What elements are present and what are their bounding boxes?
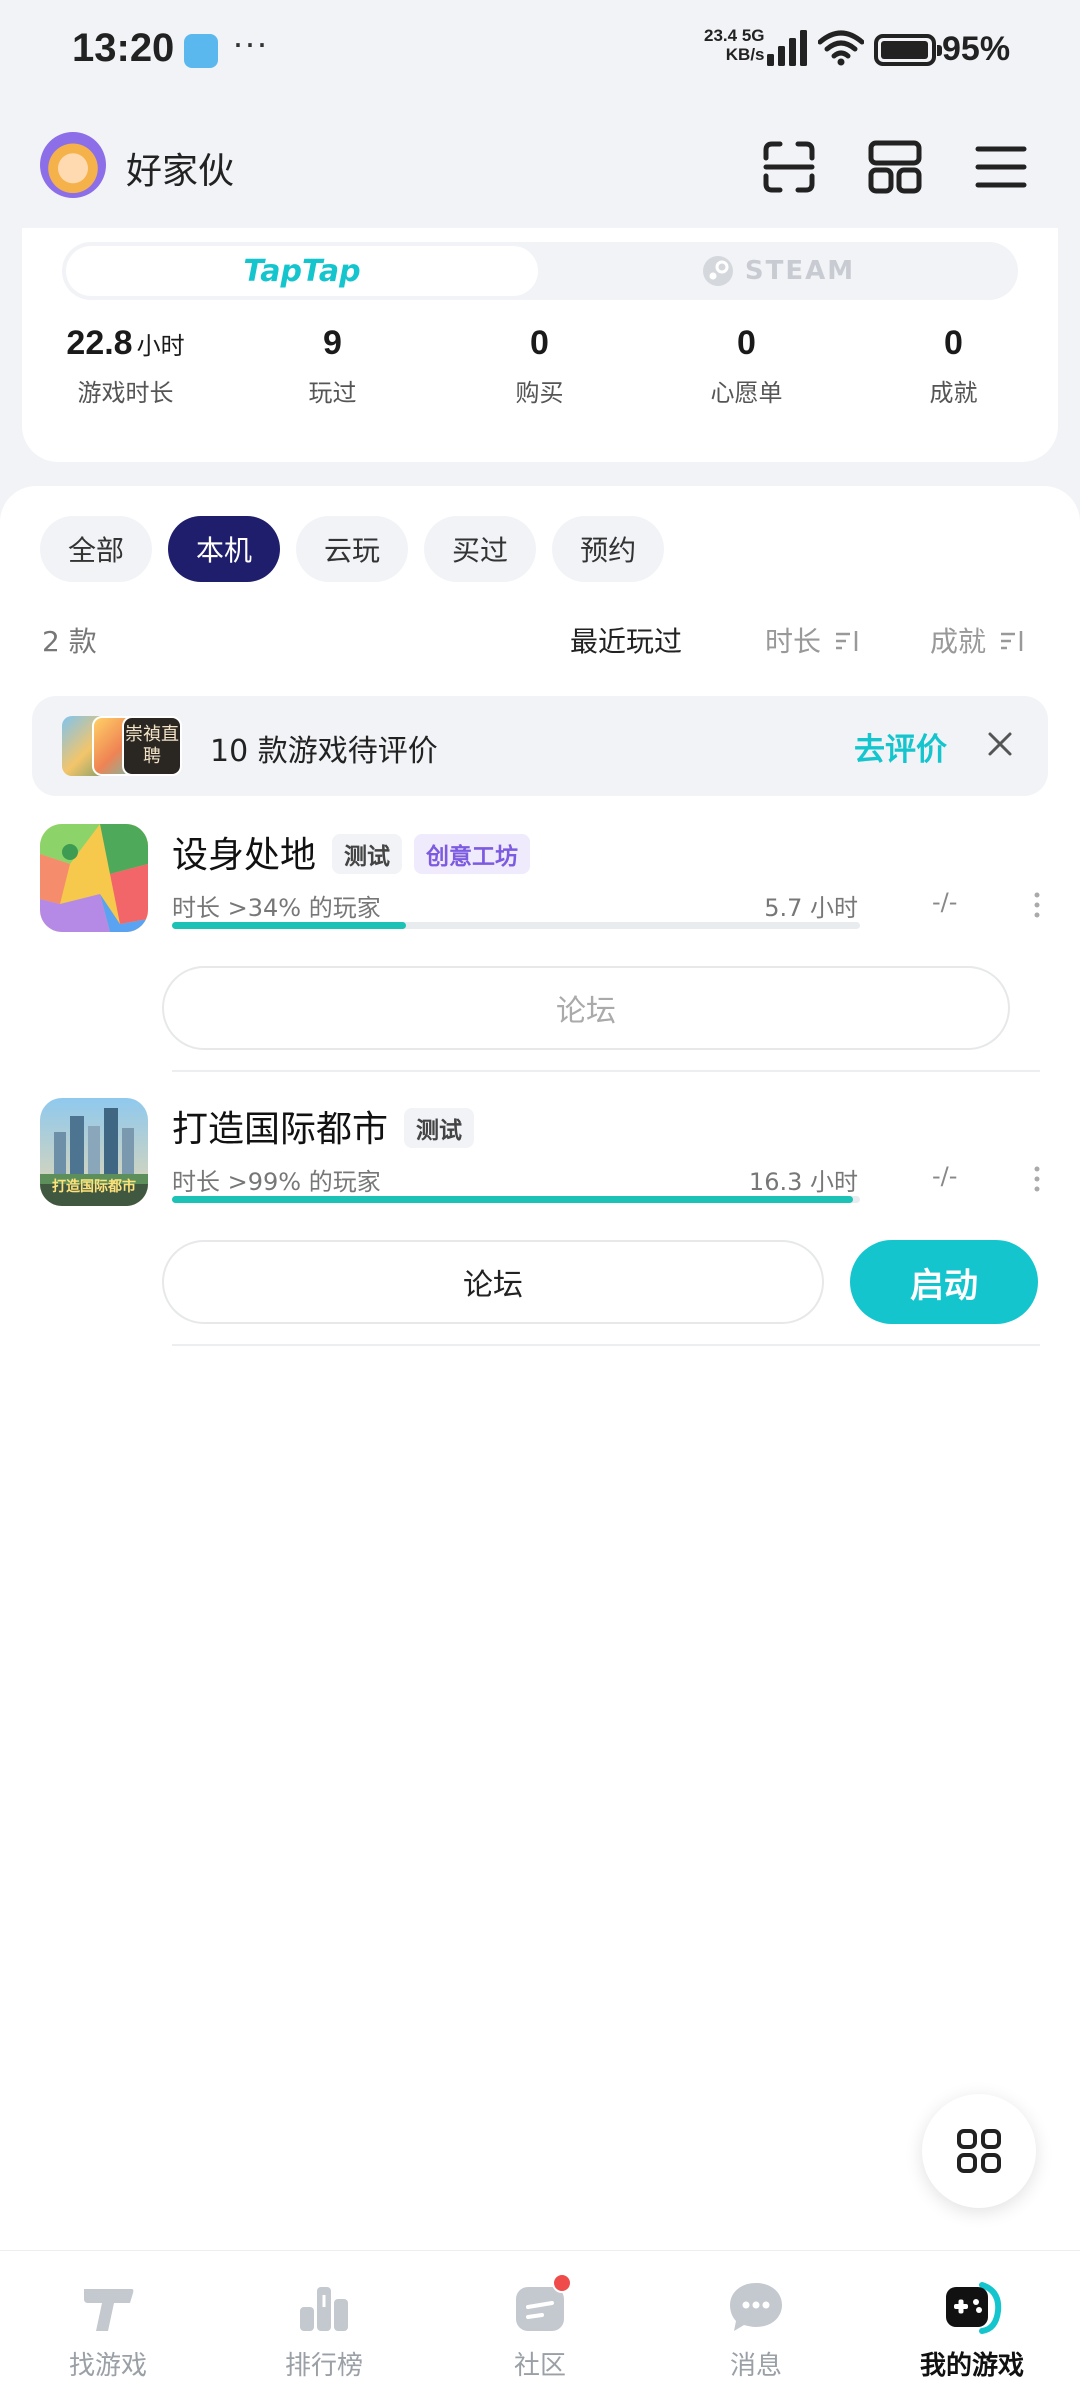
floating-grid-button[interactable] (922, 2094, 1036, 2208)
forum-button[interactable]: 论坛 (162, 966, 1010, 1050)
tag-test: 测试 (404, 1108, 474, 1148)
gamepad-icon (946, 2282, 1002, 2334)
tab-steam[interactable]: STEAM (542, 246, 1014, 296)
close-icon[interactable] (980, 724, 1020, 764)
status-time: 13:20 (72, 26, 175, 70)
network-speed: 23.4 5G KB/s (704, 26, 765, 64)
scan-icon[interactable] (760, 138, 818, 196)
games-panel: 全部 本机 云玩 买过 预约 2 款 最近玩过 时长 成就 崇禎直聘 10 款游… (0, 486, 1080, 2250)
tag-test: 测试 (332, 834, 402, 874)
ranking-icon (300, 2287, 348, 2331)
filter-cloud[interactable]: 云玩 (296, 516, 409, 582)
game-title[interactable]: 设身处地 (172, 826, 316, 878)
sort-icon (835, 631, 858, 651)
divider (172, 1070, 1040, 1072)
tab-taptap[interactable]: TapTap (66, 246, 538, 296)
game-thumbnail: 崇禎直聘 (122, 716, 182, 776)
stat-wishlist[interactable]: 0 心愿单 (643, 324, 850, 408)
playtime-hint: 时长 >99% 的玩家 (172, 1168, 381, 1196)
steam-icon (702, 256, 733, 286)
nav-my-games[interactable]: 我的游戏 (864, 2251, 1080, 2400)
top-header: 好家伙 (0, 120, 1080, 210)
filter-local[interactable]: 本机 (168, 516, 281, 582)
tag-workshop: 创意工坊 (414, 834, 530, 874)
sort-recent[interactable]: 最近玩过 (570, 620, 682, 660)
stat-playtime[interactable]: 22.8 小时 游戏时长 (22, 324, 229, 408)
filter-all[interactable]: 全部 (40, 516, 153, 582)
more-icon[interactable] (1030, 890, 1044, 920)
nav-find-games[interactable]: 找游戏 (0, 2251, 216, 2400)
grid-icon (957, 2129, 1001, 2173)
launch-button[interactable]: 启动 (850, 1240, 1038, 1324)
filter-bought[interactable]: 买过 (424, 516, 537, 582)
playtime-hint: 时长 >34% 的玩家 (172, 894, 381, 922)
filter-chips: 全部 本机 云玩 买过 预约 (40, 516, 665, 582)
game-count: 2 款 (42, 625, 97, 658)
menu-icon[interactable] (972, 138, 1030, 196)
bottom-nav: 找游戏 排行榜 社区 消息 我的游戏 (0, 2250, 1080, 2400)
divider (172, 1344, 1040, 1346)
game-title[interactable]: 打造国际都市 (172, 1100, 388, 1152)
status-bar: 13:20 ··· 23.4 5G KB/s 95% (0, 0, 1080, 100)
review-banner[interactable]: 崇禎直聘 10 款游戏待评价 去评价 (32, 696, 1048, 796)
signal-icon (767, 30, 807, 66)
stat-achievements[interactable]: 0 成就 (850, 324, 1057, 408)
game-icon[interactable]: 打造国际都市 (40, 1098, 148, 1206)
achievement-count: -/- (932, 1162, 958, 1190)
stat-played[interactable]: 9 玩过 (229, 324, 436, 408)
game-icon[interactable] (40, 824, 148, 932)
filter-reserved[interactable]: 预约 (552, 516, 665, 582)
message-icon (730, 2283, 782, 2331)
forum-button[interactable]: 论坛 (162, 1240, 824, 1324)
battery-icon (874, 34, 942, 66)
review-thumbnails: 崇禎直聘 (62, 716, 182, 776)
nav-community[interactable]: 社区 (432, 2251, 648, 2400)
wifi-icon (818, 30, 864, 66)
playtime-progress (172, 922, 860, 929)
sort-duration[interactable]: 时长 (765, 620, 860, 660)
more-icon[interactable] (1030, 1164, 1044, 1194)
sort-achievement[interactable]: 成就 (930, 620, 1025, 660)
game-icon-label: 打造国际都市 (52, 1179, 136, 1195)
taptap-icon (84, 2289, 134, 2331)
notification-app-icon (184, 34, 218, 68)
notification-badge (552, 2273, 572, 2293)
stat-purchased[interactable]: 0 购买 (436, 324, 643, 408)
platform-switch: TapTap STEAM (62, 242, 1018, 300)
review-button[interactable]: 去评价 (854, 724, 947, 769)
steam-label: STEAM (744, 256, 856, 286)
avatar[interactable] (40, 132, 106, 198)
stats-card: TapTap STEAM 22.8 小时 游戏时长 9 玩过 0 购买 0 心愿单 (22, 228, 1058, 462)
achievement-count: -/- (932, 888, 958, 916)
more-notifications-icon: ··· (232, 22, 268, 63)
playtime-progress (172, 1196, 860, 1203)
layout-icon[interactable] (866, 138, 924, 196)
game-row[interactable]: 打造国际都市 打造国际都市 测试 时长 >99% 的玩家 16.3 小时 -/-… (0, 1098, 1080, 1338)
nav-rankings[interactable]: 排行榜 (216, 2251, 432, 2400)
game-row[interactable]: 设身处地 测试 创意工坊 时长 >34% 的玩家 5.7 小时 -/- 论坛 (0, 824, 1080, 1064)
battery-percent: 95% (942, 30, 1011, 68)
stats-row: 22.8 小时 游戏时长 9 玩过 0 购买 0 心愿单 0 成就 (22, 324, 1058, 408)
playtime-hours: 5.7 小时 (764, 894, 858, 922)
username[interactable]: 好家伙 (126, 142, 234, 194)
playtime-hours: 16.3 小时 (748, 1168, 858, 1196)
sort-icon (1000, 631, 1023, 651)
review-text: 10 款游戏待评价 (210, 734, 438, 769)
nav-messages[interactable]: 消息 (648, 2251, 864, 2400)
